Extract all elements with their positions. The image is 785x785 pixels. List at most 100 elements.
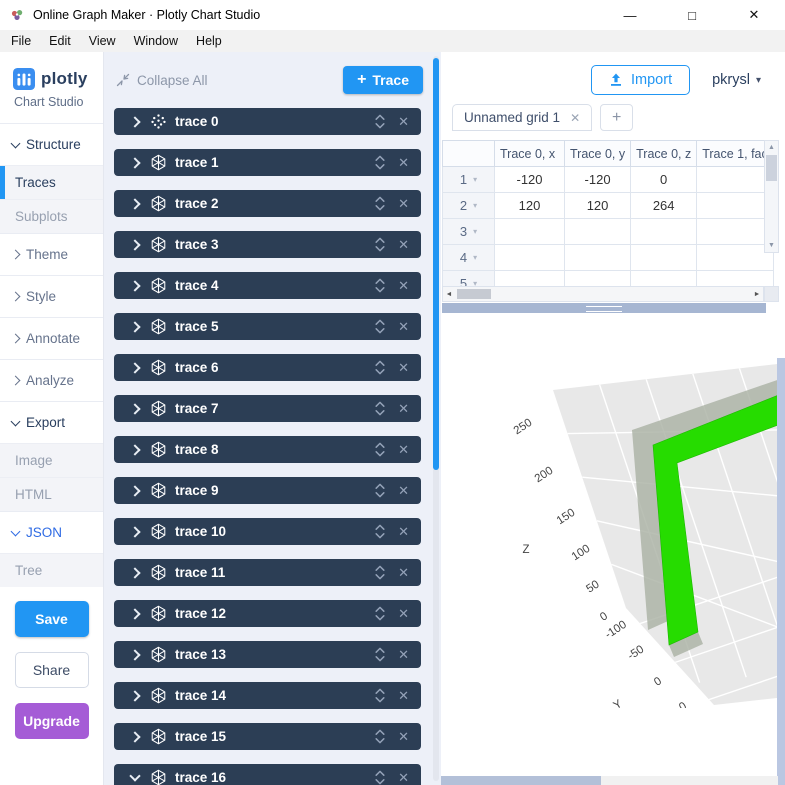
table-cell[interactable]	[696, 244, 774, 271]
sidebar-item-json[interactable]: JSON	[0, 511, 103, 553]
chevron-right-icon[interactable]	[129, 443, 141, 456]
sidebar-item-traces[interactable]: Traces	[0, 165, 103, 199]
table-vertical-scrollbar[interactable]: ▲ ▼	[764, 140, 779, 253]
trace-row[interactable]: trace 13 ✕	[114, 641, 421, 668]
chevron-right-icon[interactable]	[129, 730, 141, 743]
close-icon[interactable]: ✕	[398, 443, 409, 456]
close-icon[interactable]: ✕	[398, 361, 409, 374]
reorder-icon[interactable]	[375, 401, 385, 416]
close-icon[interactable]: ✕	[398, 730, 409, 743]
trace-row[interactable]: trace 1 ✕	[114, 149, 421, 176]
reorder-icon[interactable]	[375, 442, 385, 457]
close-icon[interactable]: ✕	[398, 238, 409, 251]
sidebar-item-structure[interactable]: Structure	[0, 123, 103, 165]
add-trace-button[interactable]: + Trace	[343, 66, 423, 94]
close-icon[interactable]: ✕	[398, 156, 409, 169]
reorder-icon[interactable]	[375, 360, 385, 375]
chevron-right-icon[interactable]	[129, 115, 141, 128]
scroll-right-icon[interactable]: ►	[751, 291, 763, 298]
minimize-button[interactable]: —	[599, 0, 661, 30]
table-cell[interactable]	[630, 244, 698, 271]
menu-item-window[interactable]: Window	[125, 34, 187, 48]
plot-3d-scene[interactable]: 250 200 150 100 50 0 -100 -50 0 Y 0 Z	[441, 358, 785, 708]
scroll-left-icon[interactable]: ◄	[443, 291, 455, 298]
table-cell[interactable]: 120	[563, 192, 632, 219]
reorder-icon[interactable]	[375, 524, 385, 539]
chevron-right-icon[interactable]	[129, 197, 141, 210]
add-grid-tab-button[interactable]: +	[600, 104, 634, 131]
scrollbar-thumb[interactable]	[766, 155, 777, 181]
trace-row[interactable]: trace 11 ✕	[114, 559, 421, 586]
column-header[interactable]: Trace 1, fac	[696, 140, 774, 167]
trace-row[interactable]: trace 14 ✕	[114, 682, 421, 709]
row-header[interactable]: 1 ▾	[442, 166, 495, 193]
trace-row[interactable]: trace 6 ✕	[114, 354, 421, 381]
table-cell[interactable]	[494, 218, 565, 245]
close-icon[interactable]: ✕	[398, 115, 409, 128]
close-icon[interactable]: ✕	[398, 197, 409, 210]
share-button[interactable]: Share	[14, 652, 89, 688]
trace-row[interactable]: trace 5 ✕	[114, 313, 421, 340]
chevron-right-icon[interactable]	[129, 361, 141, 374]
close-icon[interactable]: ✕	[398, 648, 409, 661]
caret-down-icon[interactable]: ▾	[473, 253, 477, 262]
chevron-right-icon[interactable]	[129, 525, 141, 538]
sidebar-item-html[interactable]: HTML	[0, 477, 103, 511]
column-header[interactable]: Trace 0, x	[494, 140, 565, 167]
reorder-icon[interactable]	[375, 237, 385, 252]
maximize-button[interactable]: □	[661, 0, 723, 30]
table-horizontal-scrollbar[interactable]: ◄ ►	[442, 286, 764, 302]
tab-unnamed-grid-1[interactable]: Unnamed grid 1 ✕	[452, 104, 593, 131]
trace-row[interactable]: trace 7 ✕	[114, 395, 421, 422]
reorder-icon[interactable]	[375, 688, 385, 703]
panel-resize-handle[interactable]	[442, 303, 766, 313]
trace-row[interactable]: trace 16 ✕	[114, 764, 421, 785]
row-header[interactable]: 2 ▾	[442, 192, 495, 219]
scrollbar-thumb[interactable]	[457, 289, 491, 299]
chevron-right-icon[interactable]	[129, 320, 141, 333]
chevron-right-icon[interactable]	[129, 238, 141, 251]
panel-right-scrollbar[interactable]	[777, 358, 785, 785]
row-header[interactable]: 4 ▾	[442, 244, 495, 271]
reorder-icon[interactable]	[375, 114, 385, 129]
save-button[interactable]: Save	[14, 601, 89, 637]
reorder-icon[interactable]	[375, 729, 385, 744]
close-icon[interactable]: ✕	[398, 689, 409, 702]
close-icon[interactable]: ✕	[398, 525, 409, 538]
table-cell[interactable]	[494, 244, 565, 271]
close-icon[interactable]: ✕	[398, 566, 409, 579]
reorder-icon[interactable]	[375, 278, 385, 293]
menu-item-help[interactable]: Help	[187, 34, 231, 48]
grid-table[interactable]: Trace 0, x Trace 0, y Trace 0, z Trace 1, f…	[442, 140, 774, 297]
chevron-right-icon[interactable]	[129, 566, 141, 579]
sidebar-item-style[interactable]: Style	[0, 275, 103, 317]
table-cell[interactable]	[696, 192, 774, 219]
reorder-icon[interactable]	[375, 319, 385, 334]
scroll-up-icon[interactable]: ▲	[765, 141, 778, 154]
caret-down-icon[interactable]: ▾	[473, 201, 477, 210]
trace-row[interactable]: trace 12 ✕	[114, 600, 421, 627]
trace-row[interactable]: trace 15 ✕	[114, 723, 421, 750]
reorder-icon[interactable]	[375, 196, 385, 211]
table-cell[interactable]: 0	[630, 166, 698, 193]
sidebar-item-export[interactable]: Export	[0, 401, 103, 443]
trace-row[interactable]: trace 10 ✕	[114, 518, 421, 545]
table-cell[interactable]	[563, 244, 632, 271]
close-icon[interactable]: ✕	[398, 320, 409, 333]
reorder-icon[interactable]	[375, 483, 385, 498]
chevron-right-icon[interactable]	[129, 648, 141, 661]
sidebar-item-image[interactable]: Image	[0, 443, 103, 477]
reorder-icon[interactable]	[375, 155, 385, 170]
table-cell[interactable]: 264	[630, 192, 698, 219]
caret-down-icon[interactable]: ▾	[473, 175, 477, 184]
trace-row[interactable]: trace 2 ✕	[114, 190, 421, 217]
chevron-right-icon[interactable]	[129, 402, 141, 415]
scrollbar-thumb[interactable]	[441, 776, 601, 785]
trace-row[interactable]: trace 9 ✕	[114, 477, 421, 504]
close-icon[interactable]: ✕	[398, 771, 409, 784]
table-cell[interactable]: -120	[494, 166, 565, 193]
chevron-right-icon[interactable]	[129, 156, 141, 169]
trace-row[interactable]: trace 3 ✕	[114, 231, 421, 258]
user-menu[interactable]: pkrysl ▾	[712, 72, 761, 88]
panel-bottom-scrollbar[interactable]	[441, 776, 778, 785]
